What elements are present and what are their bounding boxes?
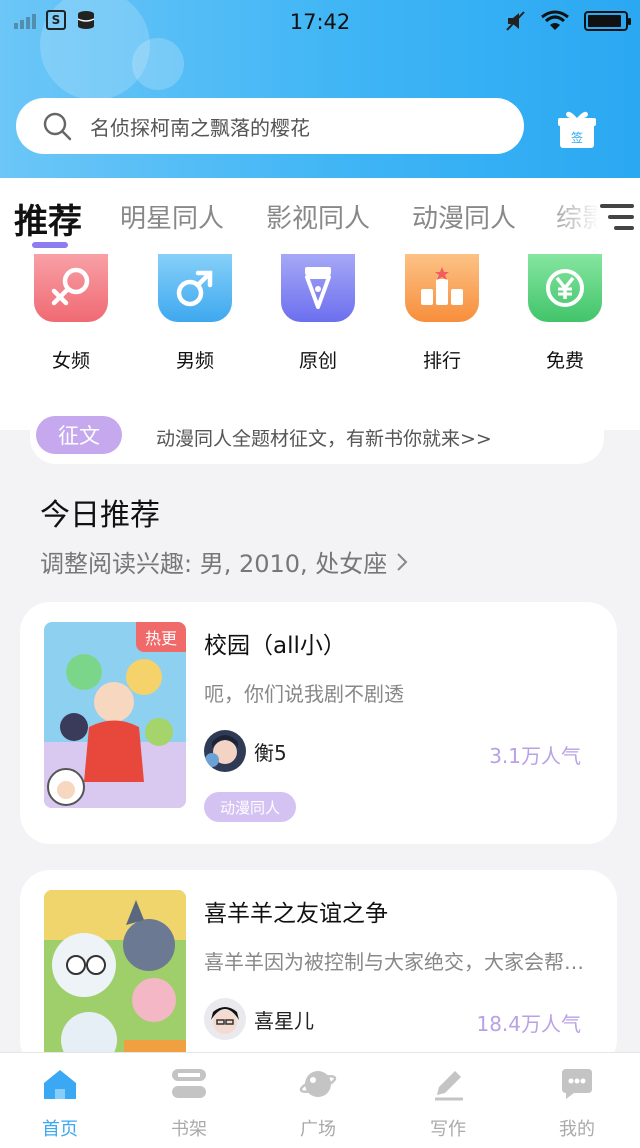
nav-mine[interactable]: 我的 — [537, 1067, 617, 1141]
home-icon — [44, 1070, 76, 1099]
category-label: 排行 — [422, 350, 461, 372]
genre-tag[interactable]: 动漫同人 — [204, 792, 297, 822]
contest-text: 动漫同人全题材征文，有新书你就来>> — [156, 428, 492, 450]
contest-tag: 征文 — [36, 416, 122, 454]
search-bar[interactable]: 名侦探柯南之飘落的樱花 — [16, 98, 524, 154]
status-bar: S 17:42 — [0, 0, 640, 44]
category-female[interactable]: 女频 — [26, 254, 116, 373]
book-description: 呃，你们说我剧不剧透 — [204, 682, 404, 706]
category-tabs: 推荐 明星同人 影视同人 动漫同人 综影 — [0, 178, 640, 254]
nav-label: 首页 — [42, 1119, 78, 1140]
category-label: 男频 — [175, 350, 214, 372]
female-icon — [34, 254, 108, 322]
nav-label: 广场 — [300, 1119, 336, 1140]
book-cover[interactable] — [44, 890, 186, 1070]
menu-icon[interactable] — [600, 202, 634, 232]
wifi-icon — [541, 10, 569, 30]
book-author[interactable]: 喜星儿 — [204, 998, 314, 1040]
bookshelf-icon — [172, 1069, 206, 1098]
decor-bubble — [132, 38, 184, 90]
male-icon — [158, 254, 232, 322]
chevron-right-icon — [397, 552, 408, 571]
book-title: 校园（all小） — [204, 633, 346, 659]
checkin-gift-icon[interactable]: 签 — [556, 108, 598, 150]
category-label: 免费 — [545, 350, 584, 372]
search-placeholder: 名侦探柯南之飘落的樱花 — [90, 115, 310, 140]
nav-home[interactable]: 首页 — [20, 1067, 100, 1141]
category-free[interactable]: 免费 — [520, 254, 610, 373]
write-icon — [435, 1071, 463, 1101]
category-original[interactable]: 原创 — [273, 254, 363, 373]
contest-banner[interactable]: 征文 动漫同人全题材征文，有新书你就来>> — [30, 412, 604, 464]
nav-label: 书架 — [171, 1119, 207, 1140]
yen-icon — [528, 254, 602, 322]
book-description: 喜羊羊因为被控制与大家绝交，大家会帮助他吗 — [204, 950, 594, 974]
search-icon — [43, 112, 72, 141]
tab-film-fanfic[interactable]: 影视同人 — [266, 198, 370, 235]
avatar — [204, 730, 246, 772]
book-title: 喜羊羊之友谊之争 — [204, 901, 388, 927]
category-ranking[interactable]: 排行 — [397, 254, 487, 373]
pen-icon — [281, 254, 355, 322]
author-name: 喜星儿 — [254, 1008, 314, 1033]
tab-recommend[interactable]: 推荐 — [14, 194, 82, 243]
bottom-navigation: 首页 书架 广场 写作 我的 — [0, 1052, 640, 1148]
header: S 17:42 名侦探柯南之飘落的樱花 签 — [0, 0, 640, 178]
book-card[interactable]: 喜羊羊之友谊之争 喜羊羊因为被控制与大家绝交，大家会帮助他吗 喜星儿 18.4万… — [20, 870, 617, 1070]
battery-icon — [584, 11, 631, 31]
category-shortcuts: 女频 男频 原创 排行 免费 — [0, 254, 640, 430]
nav-label: 我的 — [559, 1119, 595, 1140]
popularity-count: 18.4万人气 — [476, 1012, 581, 1036]
podium-icon — [405, 254, 479, 322]
nav-write[interactable]: 写作 — [408, 1067, 488, 1141]
nav-label: 写作 — [430, 1119, 466, 1140]
hot-update-badge: 热更 — [136, 622, 186, 652]
chat-icon — [562, 1069, 592, 1099]
book-cover[interactable]: 热更 — [44, 622, 186, 808]
tab-star-fanfic[interactable]: 明星同人 — [120, 198, 224, 235]
nav-bookshelf[interactable]: 书架 — [149, 1067, 229, 1141]
svg-text:签: 签 — [571, 130, 583, 145]
category-male[interactable]: 男频 — [150, 254, 240, 373]
reading-interest-text: 调整阅读兴趣: 男, 2010, 处女座 — [40, 550, 388, 578]
category-label: 女频 — [51, 350, 90, 372]
active-tab-indicator — [32, 242, 68, 248]
planet-icon — [299, 1071, 337, 1097]
book-author[interactable]: 衡5 — [204, 730, 287, 772]
mute-icon — [506, 11, 525, 31]
category-label: 原创 — [298, 350, 337, 372]
tab-anime-fanfic[interactable]: 动漫同人 — [412, 198, 516, 235]
nav-plaza[interactable]: 广场 — [278, 1067, 358, 1141]
author-name: 衡5 — [254, 740, 287, 765]
section-title: 今日推荐 — [40, 498, 160, 533]
book-card[interactable]: 热更 校园（all小） 呃，你们说我剧不剧透 衡5 3.1万人气 动漫同人 — [20, 602, 617, 844]
avatar — [204, 998, 246, 1040]
popularity-count: 3.1万人气 — [489, 744, 581, 768]
reading-interest-link[interactable]: 调整阅读兴趣: 男, 2010, 处女座 — [40, 544, 409, 579]
